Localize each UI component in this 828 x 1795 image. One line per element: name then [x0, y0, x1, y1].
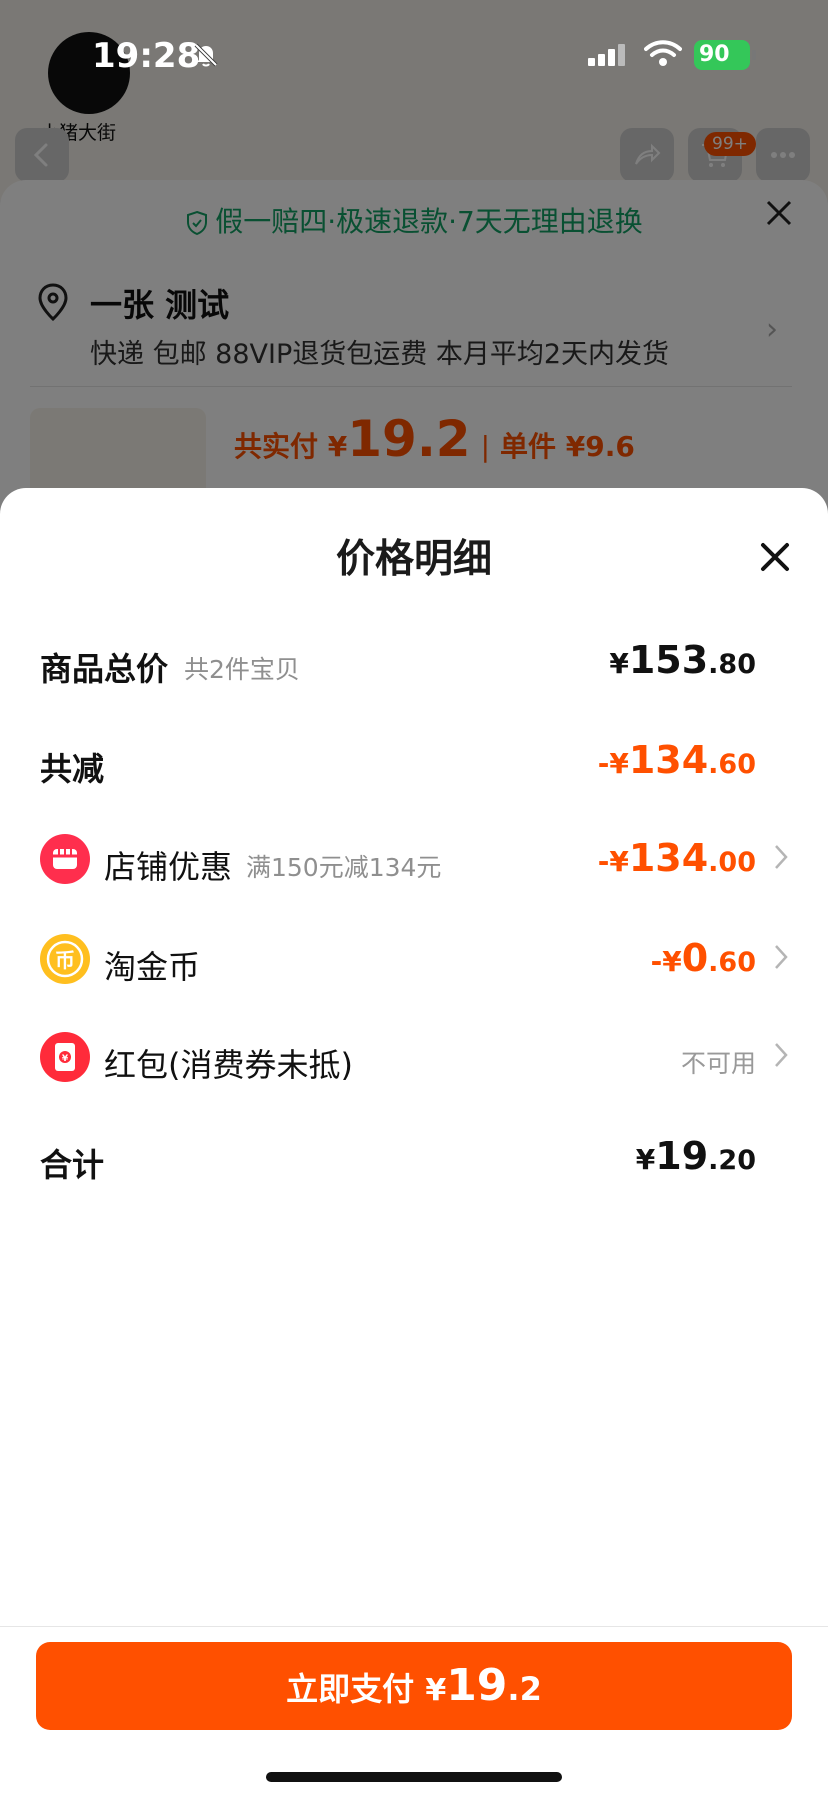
pay-amount-dec: .2 — [507, 1670, 542, 1708]
grand-total-value: ¥19.20 — [635, 1134, 756, 1178]
pay-now-button[interactable]: 立即支付 ¥19.2 — [36, 1642, 792, 1730]
item-count: 共2件宝贝 — [184, 655, 300, 684]
pay-currency: ¥ — [425, 1673, 447, 1708]
goods-total-label: 商品总价 — [40, 650, 169, 688]
total-discount-value: -¥134.60 — [597, 738, 756, 782]
total-discount-row: 共减 -¥134.60 — [0, 734, 828, 794]
cellular-signal-icon — [588, 44, 628, 70]
chevron-right-icon — [772, 1040, 790, 1074]
sheet-title: 价格明细 — [335, 537, 492, 582]
red-packet-row[interactable]: ¥ 红包(消费券未抵) 不可用 — [0, 1030, 828, 1090]
total-discount-label: 共减 — [40, 750, 105, 788]
battery-tip — [752, 50, 756, 60]
grand-total-label: 合计 — [40, 1146, 105, 1184]
chevron-right-icon — [772, 942, 790, 976]
price-detail-sheet: 价格明细 商品总价 共2件宝贝 ¥153.80 共减 -¥134.60 店铺优惠… — [0, 488, 828, 1795]
red-packet-status: 不可用 — [680, 1049, 756, 1078]
close-icon[interactable] — [758, 540, 792, 578]
pay-amount-int: 19 — [446, 1660, 508, 1711]
taojinbi-label: 淘金币 — [104, 948, 201, 986]
shop-discount-row[interactable]: 店铺优惠 满150元减134元 -¥134.00 — [0, 832, 828, 892]
red-packet-icon: ¥ — [40, 1032, 90, 1082]
taojinbi-value: -¥0.60 — [650, 936, 756, 980]
red-packet-label: 红包(消费券未抵) — [104, 1046, 353, 1084]
battery-level: 90 — [699, 42, 730, 67]
taojinbi-row[interactable]: 币 淘金币 -¥0.60 — [0, 932, 828, 992]
grand-total-row: 合计 ¥19.20 — [0, 1130, 828, 1190]
goods-total-row: 商品总价 共2件宝贝 ¥153.80 — [0, 634, 828, 694]
shop-icon — [40, 834, 90, 884]
home-indicator[interactable] — [266, 1772, 562, 1782]
wifi-icon — [644, 38, 682, 72]
battery-indicator: 90 — [694, 40, 750, 70]
status-time: 19:28 — [92, 36, 201, 76]
svg-text:¥: ¥ — [62, 1054, 69, 1064]
shop-discount-rule: 满150元减134元 — [246, 853, 442, 882]
shop-discount-label: 店铺优惠 — [104, 848, 233, 886]
svg-text:币: 币 — [55, 948, 75, 972]
shop-discount-value: -¥134.00 — [597, 836, 756, 880]
bell-off-icon — [193, 42, 219, 72]
goods-total-value: ¥153.80 — [609, 638, 756, 682]
coin-icon: 币 — [40, 934, 90, 984]
bottom-divider — [0, 1626, 828, 1627]
chevron-right-icon — [772, 842, 790, 876]
pay-now-label: 立即支付 — [286, 1670, 426, 1708]
